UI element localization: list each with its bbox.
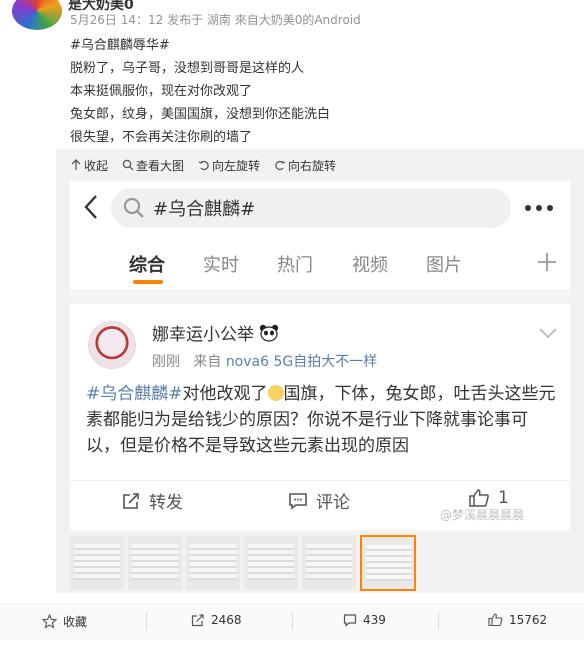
star-icon bbox=[42, 614, 57, 629]
view-large-button[interactable]: 查看大图 bbox=[122, 157, 184, 174]
comment-icon bbox=[289, 492, 307, 510]
card-like-count: 1 bbox=[498, 488, 509, 508]
card-text: #乌合麒麟#对他改观了 国旗，下体，兔女郎，吐舌头这些元素都能归为是给钱少的原因？… bbox=[86, 381, 556, 459]
divider bbox=[438, 612, 439, 630]
post-line: 本来挺佩服你，现在对你改观了 bbox=[70, 84, 253, 99]
grin-emoji-icon bbox=[267, 385, 284, 401]
tab-realtime[interactable]: 实时 bbox=[203, 251, 239, 277]
rotate-left-icon bbox=[198, 160, 209, 171]
post-meta: 5月26日 14：12 发布于 湖南 來自大奶美0的Android bbox=[70, 13, 361, 27]
tab-hot[interactable]: 热门 bbox=[277, 251, 313, 277]
plus-icon[interactable] bbox=[537, 252, 557, 272]
repost-button[interactable]: 转发 bbox=[121, 488, 183, 513]
repost-icon bbox=[191, 614, 204, 627]
more-icon[interactable] bbox=[524, 204, 554, 212]
post-line: 很失望，不会再关注你刷的墙了 bbox=[70, 130, 253, 145]
post-text: #乌合麒麟辱华# 脱粉了，乌子哥，没想到哥哥是这样的人 本来挺佩服你，现在对你改… bbox=[70, 34, 330, 149]
post-line: 脱粉了，乌子哥，没想到哥哥是这样的人 bbox=[70, 61, 305, 76]
panda-icon bbox=[260, 324, 279, 342]
card-author-name[interactable]: 娜幸运小公举 bbox=[152, 320, 279, 345]
card-time: 刚刚 bbox=[152, 354, 180, 370]
view-large-label: 查看大图 bbox=[136, 158, 185, 173]
author-avatar[interactable] bbox=[12, 0, 62, 30]
repost-label: 转发 bbox=[149, 493, 183, 513]
rotate-left-button[interactable]: 向左旋转 bbox=[198, 157, 260, 174]
like-count: 15762 bbox=[509, 613, 548, 627]
comment-footer-button[interactable]: 439 bbox=[343, 613, 386, 627]
thumbs-up-icon bbox=[488, 613, 503, 627]
tab-video[interactable]: 视频 bbox=[352, 251, 388, 277]
magnifier-icon bbox=[122, 159, 134, 171]
search-query: #乌合麒麟# bbox=[153, 199, 256, 220]
divider bbox=[146, 612, 147, 630]
comment-button[interactable]: 评论 bbox=[288, 488, 350, 513]
back-arrow-icon[interactable] bbox=[82, 194, 100, 220]
thumbnail-1[interactable] bbox=[70, 536, 124, 590]
card-from: 来自 bbox=[193, 354, 222, 370]
rotate-left-label: 向左旋转 bbox=[212, 158, 261, 173]
thumbnail-strip bbox=[70, 535, 420, 593]
repost-icon bbox=[123, 492, 139, 509]
thumbnail-3[interactable] bbox=[186, 536, 240, 590]
collapse-icon bbox=[71, 159, 81, 170]
search-icon bbox=[123, 197, 144, 218]
post-line: 兔女郎，纹身，美国国旗，没想到你还能洗白 bbox=[70, 107, 331, 122]
divider bbox=[292, 612, 293, 630]
collapse-label: 收起 bbox=[84, 158, 109, 173]
thumbnail-2[interactable] bbox=[128, 536, 182, 590]
comment-label: 评论 bbox=[316, 493, 350, 513]
post-hashtag[interactable]: #乌合麒麟辱华# bbox=[70, 34, 330, 57]
card-device[interactable]: nova6 5G自拍大不一样 bbox=[226, 354, 377, 370]
thumbnail-4[interactable] bbox=[244, 536, 298, 590]
collapse-button[interactable]: 收起 bbox=[70, 157, 108, 174]
watermark: @梦溪晨晨晨晨 bbox=[440, 508, 525, 522]
rotate-right-label: 向右旋转 bbox=[288, 158, 337, 173]
card-avatar[interactable] bbox=[88, 321, 136, 369]
active-tab-indicator bbox=[133, 280, 163, 284]
search-input[interactable]: #乌合麒麟# bbox=[111, 188, 511, 228]
like-button[interactable]: 1 bbox=[468, 488, 509, 508]
card-text-a: 对他改观了 bbox=[182, 384, 268, 404]
thumbs-up-icon bbox=[469, 489, 489, 507]
like-footer-button[interactable]: 15762 bbox=[488, 613, 547, 627]
card-author-text: 娜幸运小公举 bbox=[152, 325, 254, 345]
rotate-right-button[interactable]: 向右旋转 bbox=[274, 157, 336, 174]
favorite-button[interactable]: 收藏 bbox=[42, 613, 87, 630]
image-toolbar: 收起 查看大图 向左旋转 向右旋转 bbox=[56, 149, 584, 181]
repost-footer-button[interactable]: 2468 bbox=[191, 613, 242, 627]
favorite-label: 收藏 bbox=[63, 615, 88, 629]
tab-comprehensive[interactable]: 综合 bbox=[129, 251, 165, 277]
thumbnail-6-selected[interactable] bbox=[360, 535, 416, 591]
repost-count: 2468 bbox=[211, 613, 242, 627]
card-meta: 刚刚 来自 nova6 5G自拍大不一样 bbox=[152, 351, 377, 371]
card-hashtag[interactable]: #乌合麒麟# bbox=[86, 384, 183, 404]
thumbnail-5[interactable] bbox=[302, 536, 356, 590]
chevron-down-icon[interactable] bbox=[538, 326, 558, 340]
rotate-right-icon bbox=[275, 160, 286, 171]
comment-count: 439 bbox=[363, 613, 386, 627]
comment-icon bbox=[343, 614, 357, 627]
tab-images[interactable]: 图片 bbox=[426, 251, 462, 277]
